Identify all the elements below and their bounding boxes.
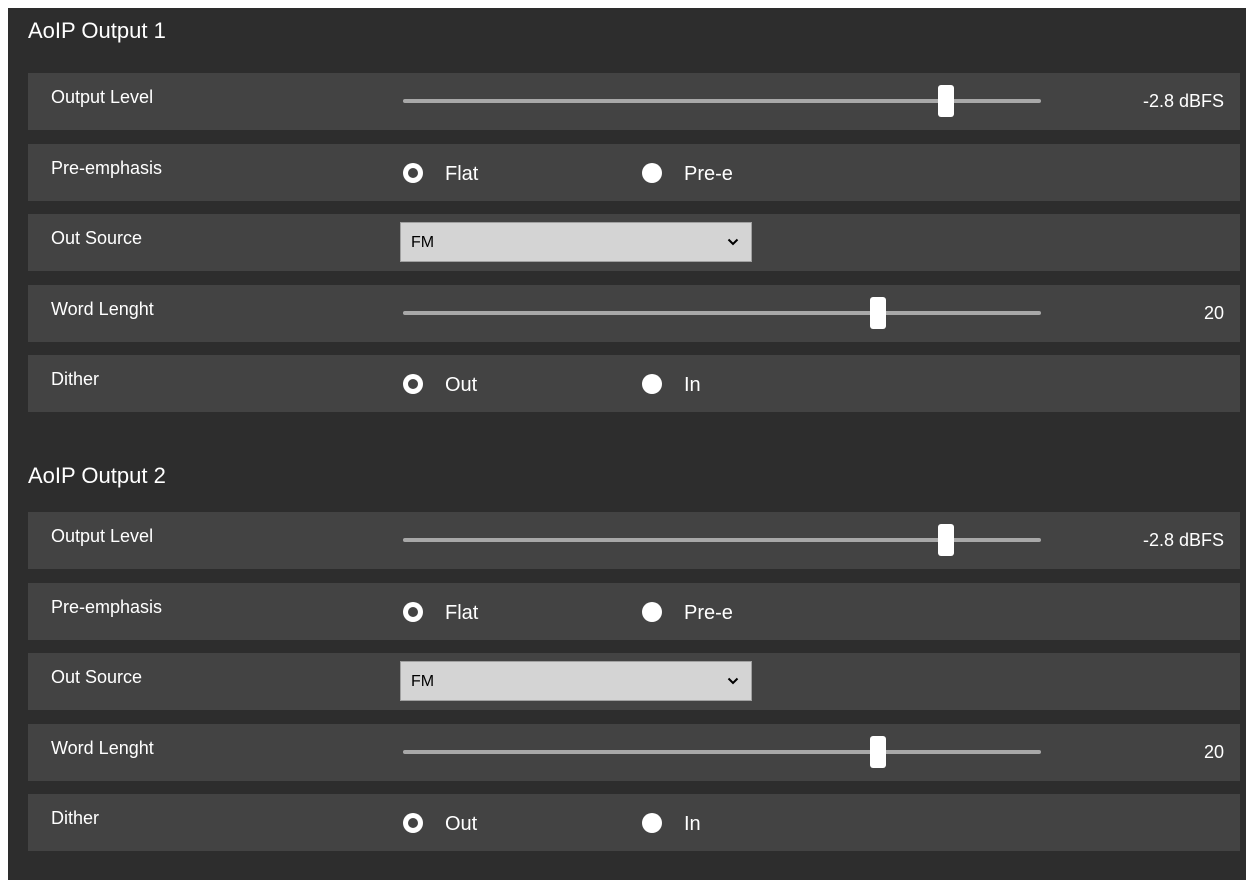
radio-label-in: In <box>684 374 701 396</box>
row-out-source-1: Out Source FM <box>28 214 1240 271</box>
row-dither-1: Dither Out In <box>28 355 1240 412</box>
row-pre-emphasis-1: Pre-emphasis Flat Pre-e <box>28 144 1240 201</box>
radio-button-icon[interactable] <box>403 162 423 183</box>
output-level-label: Output Level <box>51 87 154 107</box>
chevron-down-icon <box>727 238 739 246</box>
dither-label: Dither <box>51 808 100 828</box>
radio-option-in[interactable]: In <box>642 355 701 412</box>
dither-label: Dither <box>51 369 100 389</box>
output-level-slider[interactable] <box>403 85 1041 117</box>
chevron-down-icon <box>727 677 739 685</box>
radio-button-icon[interactable] <box>403 812 423 833</box>
radio-label-out: Out <box>445 813 478 835</box>
radio-label-flat: Flat <box>445 163 479 185</box>
row-word-length-1: Word Lenght 20 <box>28 285 1240 342</box>
output-level-value: -2.8 dBFS <box>1142 91 1224 111</box>
row-output-level-1: Output Level -2.8 dBFS <box>28 73 1240 130</box>
radio-button-icon[interactable] <box>642 162 662 183</box>
pre-emphasis-label: Pre-emphasis <box>51 158 163 178</box>
slider-thumb[interactable] <box>870 297 887 329</box>
settings-panel: AoIP Output 1 Output Level -2.8 dBFS Pre… <box>8 8 1246 880</box>
word-length-value: 20 <box>1203 303 1224 323</box>
radio-option-flat[interactable]: Flat <box>403 144 478 201</box>
radio-option-pre-e[interactable]: Pre-e <box>642 144 733 201</box>
select-value: FM <box>411 673 435 690</box>
radio-button-icon[interactable] <box>403 601 423 622</box>
slider-track[interactable] <box>403 311 1041 315</box>
output-level-value: -2.8 dBFS <box>1142 530 1224 550</box>
output-level-slider[interactable] <box>403 524 1041 556</box>
slider-thumb[interactable] <box>870 736 887 768</box>
row-dither-2: Dither Out In <box>28 794 1240 851</box>
radio-label-flat: Flat <box>445 602 479 624</box>
out-source-select[interactable]: FM <box>400 222 752 262</box>
slider-track[interactable] <box>403 750 1041 754</box>
radio-option-in[interactable]: In <box>642 794 701 851</box>
radio-button-icon[interactable] <box>642 812 662 833</box>
slider-thumb[interactable] <box>937 85 954 117</box>
radio-option-out[interactable]: Out <box>403 355 477 412</box>
word-length-label: Word Lenght <box>51 738 154 758</box>
slider-thumb[interactable] <box>937 524 954 556</box>
out-source-label: Out Source <box>51 667 143 687</box>
row-out-source-2: Out Source FM <box>28 653 1240 710</box>
section-title-aoip-output-2: AoIP Output 2 <box>28 463 166 488</box>
radio-label-pre-e: Pre-e <box>684 602 733 624</box>
radio-label-pre-e: Pre-e <box>684 163 733 185</box>
row-pre-emphasis-2: Pre-emphasis Flat Pre-e <box>28 583 1240 640</box>
radio-button-icon[interactable] <box>642 373 662 394</box>
radio-label-out: Out <box>445 374 478 396</box>
radio-button-icon[interactable] <box>403 373 423 394</box>
section-title-aoip-output-1: AoIP Output 1 <box>28 18 166 43</box>
pre-emphasis-label: Pre-emphasis <box>51 597 163 617</box>
radio-button-icon[interactable] <box>642 601 662 622</box>
select-value: FM <box>411 234 435 251</box>
row-word-length-2: Word Lenght 20 <box>28 724 1240 781</box>
radio-option-pre-e[interactable]: Pre-e <box>642 583 733 640</box>
row-output-level-2: Output Level -2.8 dBFS <box>28 512 1240 569</box>
output-level-label: Output Level <box>51 526 154 546</box>
word-length-slider[interactable] <box>403 736 1041 768</box>
out-source-label: Out Source <box>51 228 143 248</box>
out-source-select[interactable]: FM <box>400 661 752 701</box>
radio-option-out[interactable]: Out <box>403 794 477 851</box>
radio-label-in: In <box>684 813 701 835</box>
word-length-value: 20 <box>1203 742 1224 762</box>
word-length-label: Word Lenght <box>51 299 154 319</box>
radio-option-flat[interactable]: Flat <box>403 583 478 640</box>
word-length-slider[interactable] <box>403 297 1041 329</box>
